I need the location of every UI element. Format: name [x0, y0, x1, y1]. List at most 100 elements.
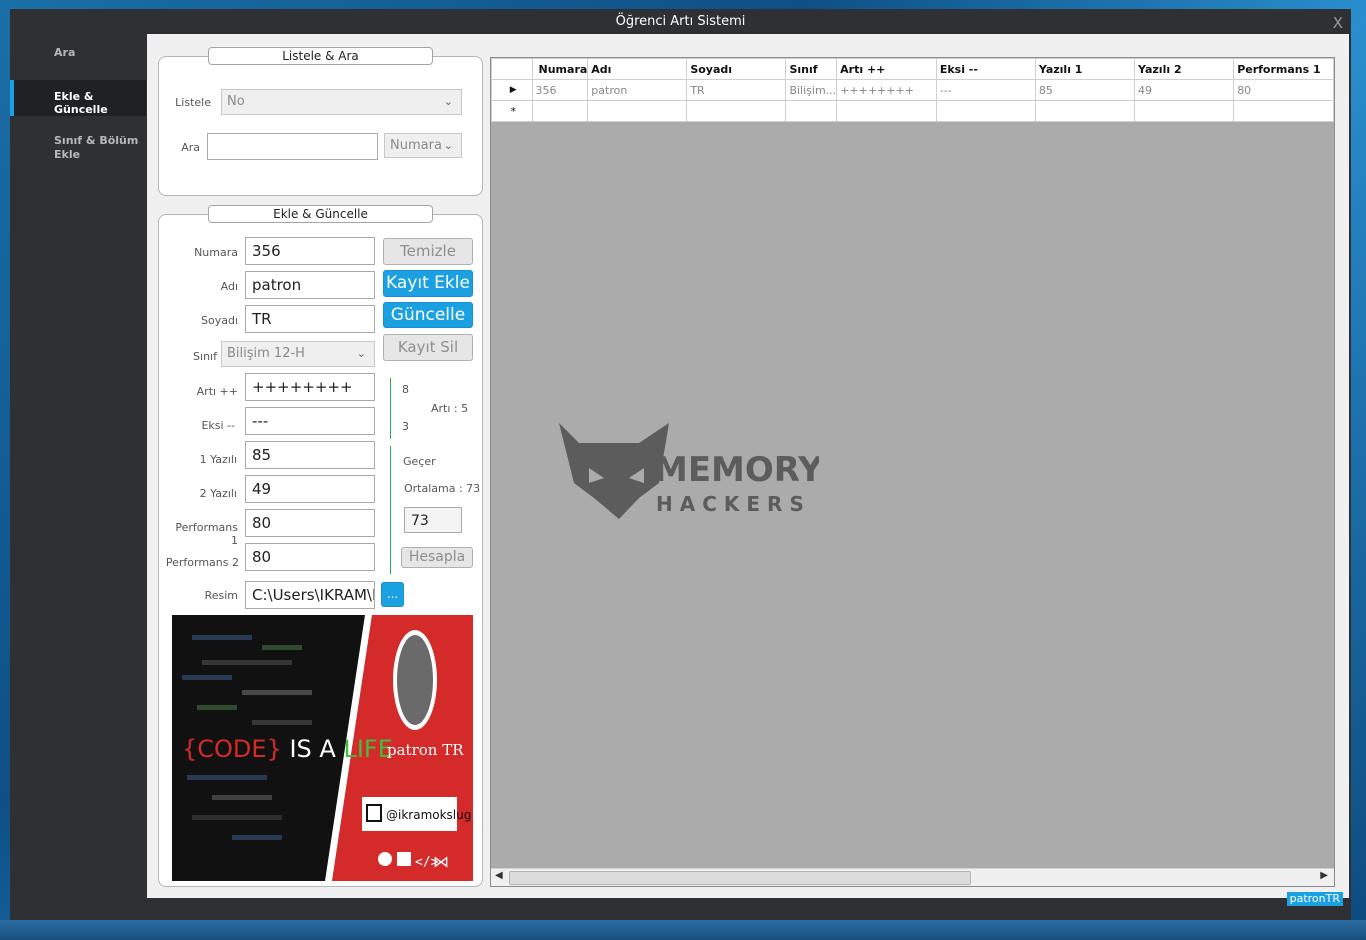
- yazili1-label: 1 Yazılı: [199, 453, 237, 466]
- listele-select[interactable]: No ⌄: [221, 89, 462, 115]
- table-cell[interactable]: 85: [1034, 79, 1136, 101]
- column-header[interactable]: [491, 58, 533, 80]
- yazili2-label: 2 Yazılı: [199, 487, 237, 500]
- divider: [390, 378, 391, 439]
- yazili2-field[interactable]: 49: [245, 475, 375, 503]
- table-cell[interactable]: ---: [935, 79, 1036, 101]
- divider: [390, 446, 391, 574]
- table-cell[interactable]: [1034, 100, 1136, 122]
- svg-text:⋈: ⋈: [433, 852, 449, 871]
- memory-hackers-logo: MEMORY HACKERS: [559, 423, 819, 519]
- soyadi-field[interactable]: TR: [245, 305, 375, 333]
- status-text: Geçer: [403, 455, 436, 468]
- column-header[interactable]: Artı ++: [836, 58, 937, 80]
- sinif-select-value: Bilişim 12-H: [227, 346, 305, 361]
- table-cell[interactable]: [1134, 100, 1235, 122]
- table-cell[interactable]: [935, 100, 1036, 122]
- table-cell[interactable]: [686, 100, 787, 122]
- adi-field[interactable]: patron: [245, 271, 375, 299]
- scroll-left-icon[interactable]: ◀: [495, 870, 503, 881]
- promo-headline: {CODE} IS A LIFE: [182, 735, 393, 763]
- records-grid[interactable]: Numara Adı Soyadı Sınıf Artı ++ Eksi -- …: [490, 57, 1335, 887]
- column-header[interactable]: Soyadı: [686, 58, 787, 80]
- window-title: Öğrenci Artı Sistemi: [615, 14, 746, 29]
- search-group: [158, 56, 483, 196]
- table-cell[interactable]: 356: [531, 79, 589, 101]
- column-header[interactable]: Sınıf: [785, 58, 838, 80]
- search-field-select[interactable]: Numara ⌄: [384, 133, 462, 158]
- search-group-title: Listele & Ara: [208, 47, 433, 65]
- chevron-down-icon: ⌄: [356, 347, 366, 360]
- records-table: Numara Adı Soyadı Sınıf Artı ++ Eksi -- …: [491, 58, 1334, 122]
- new-row-icon[interactable]: *: [491, 100, 533, 122]
- perf2-label: Performans 2: [165, 556, 239, 569]
- table-cell[interactable]: Bilişim...: [785, 79, 838, 101]
- sinif-label: Sınıf: [193, 350, 217, 363]
- scroll-right-icon[interactable]: ▶: [1320, 870, 1328, 881]
- adi-label: Adı: [220, 280, 238, 293]
- table-cell[interactable]: [1233, 100, 1334, 122]
- table-cell[interactable]: [587, 100, 688, 122]
- kayit-ekle-button[interactable]: Kayıt Ekle: [383, 270, 473, 297]
- promo-handle: @ikramokslug: [386, 808, 471, 822]
- table-cell[interactable]: [531, 100, 589, 122]
- column-header[interactable]: Performans 1: [1233, 58, 1334, 80]
- row-selector-icon[interactable]: ▶: [491, 79, 533, 101]
- eksi-field[interactable]: ---: [245, 407, 375, 435]
- eksi-label: Eksi --: [201, 419, 235, 432]
- numara-label: Numara: [194, 246, 238, 259]
- column-header[interactable]: Eksi --: [935, 58, 1036, 80]
- browse-button[interactable]: ...: [381, 582, 404, 607]
- taskbar: [0, 920, 1366, 940]
- sidebar-item-label: Ara: [54, 46, 76, 59]
- resim-path-field[interactable]: C:\Users\IKRAM\D: [245, 581, 375, 609]
- table-cell[interactable]: 49: [1134, 79, 1235, 101]
- column-header[interactable]: Numara: [531, 58, 589, 80]
- ara-label: Ara: [181, 141, 200, 154]
- column-header[interactable]: Adı: [587, 58, 688, 80]
- column-header[interactable]: Yazılı 1: [1034, 58, 1136, 80]
- listele-label: Listele: [175, 96, 211, 109]
- hesapla-button[interactable]: Hesapla: [401, 547, 473, 568]
- ortalama-text: Ortalama : 73: [404, 482, 481, 495]
- title-bar: Öğrenci Artı Sistemi X: [10, 9, 1351, 34]
- user-tag: patronTR: [1286, 892, 1343, 906]
- table-row[interactable]: ▶ 356 patron TR Bilişim... ++++++++ --- …: [491, 79, 1334, 101]
- logo-text-memory: MEMORY: [654, 450, 819, 490]
- sidebar-item-label: Ekle & Güncelle: [54, 90, 108, 116]
- edit-group-title: Ekle & Güncelle: [208, 205, 433, 223]
- sinif-select[interactable]: Bilişim 12-H ⌄: [221, 341, 375, 367]
- numara-field[interactable]: 356: [245, 237, 375, 265]
- listele-select-value: No: [227, 94, 245, 109]
- table-header-row: Numara Adı Soyadı Sınıf Artı ++ Eksi -- …: [491, 58, 1334, 80]
- table-cell[interactable]: TR: [686, 79, 787, 101]
- temizle-button[interactable]: Temizle: [383, 238, 473, 265]
- sidebar-item-sinif-bolum-ekle[interactable]: Sınıf & Bölüm Ekle: [10, 134, 140, 174]
- yazili1-field[interactable]: 85: [245, 441, 375, 469]
- table-cell[interactable]: [836, 100, 937, 122]
- average-field[interactable]: 73: [404, 507, 462, 533]
- search-field-value: Numara: [390, 138, 442, 153]
- arti-field[interactable]: ++++++++: [245, 373, 375, 401]
- chevron-down-icon: ⌄: [443, 95, 453, 108]
- soyadi-label: Soyadı: [200, 314, 238, 327]
- table-cell[interactable]: ++++++++: [836, 79, 937, 101]
- close-button[interactable]: X: [1333, 11, 1343, 36]
- perf1-label: Performans 1: [175, 521, 238, 547]
- logo-text-hackers: HACKERS: [656, 492, 811, 516]
- eksi-count: 3: [402, 420, 409, 433]
- performans2-field[interactable]: 80: [245, 543, 375, 571]
- kayit-sil-button[interactable]: Kayıt Sil: [383, 334, 473, 361]
- guncelle-button[interactable]: Güncelle: [383, 302, 473, 328]
- table-cell[interactable]: patron: [587, 79, 688, 101]
- arti-summary: Artı : 5: [431, 402, 469, 415]
- table-cell[interactable]: [785, 100, 838, 122]
- column-header[interactable]: Yazılı 2: [1134, 58, 1235, 80]
- table-cell[interactable]: 80: [1233, 79, 1334, 101]
- horizontal-scrollbar[interactable]: ◀ ▶: [491, 868, 1334, 886]
- scrollbar-thumb[interactable]: [509, 871, 971, 885]
- table-row-new[interactable]: *: [491, 100, 1334, 122]
- search-input[interactable]: [207, 133, 378, 160]
- sidebar-item-ekle-guncelle[interactable]: Ekle & Güncelle: [10, 80, 146, 116]
- performans1-field[interactable]: 80: [245, 509, 375, 537]
